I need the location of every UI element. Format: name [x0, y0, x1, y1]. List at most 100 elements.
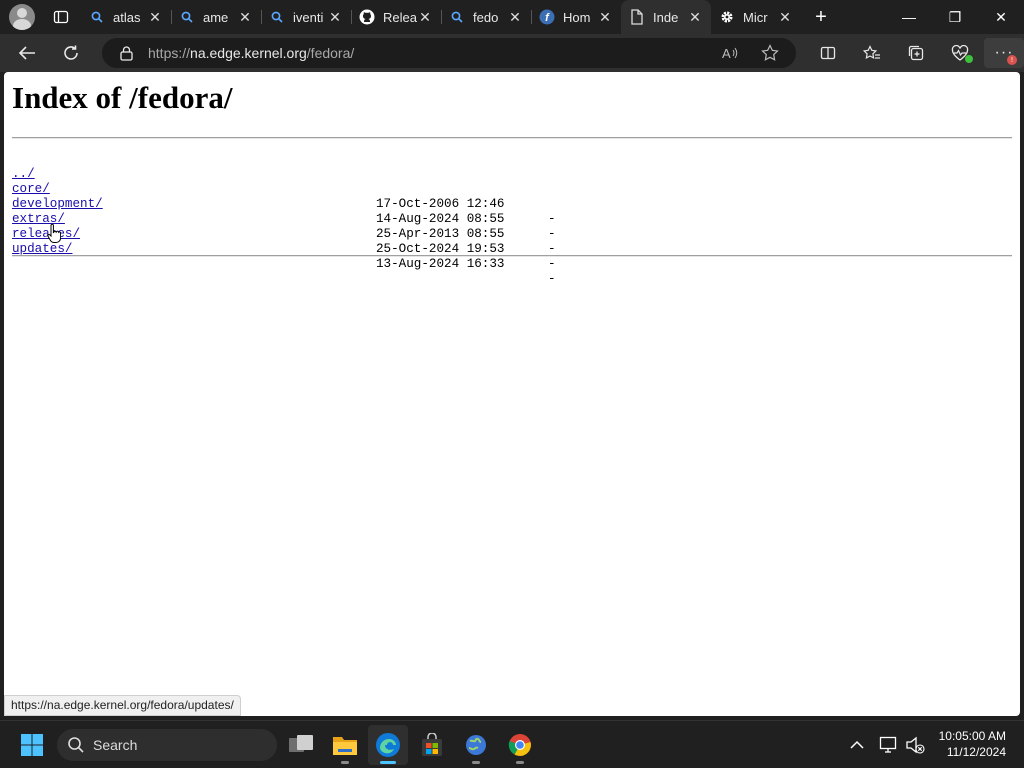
tab[interactable]: Relea ✕: [351, 0, 441, 34]
show-hidden-icons-button[interactable]: [845, 729, 869, 761]
windows-taskbar: Search 10:05:00 AM 11/12/2024: [0, 720, 1024, 768]
close-window-button[interactable]: ✕: [978, 0, 1024, 34]
tab-active[interactable]: Inde ✕: [621, 0, 711, 34]
divider-top: [12, 137, 1012, 139]
profile-avatar[interactable]: [9, 4, 35, 30]
list-item: core/ 17-Oct-2006 12:46 -: [12, 167, 612, 226]
search-icon: [449, 9, 465, 25]
svg-text:A: A: [722, 46, 731, 61]
edge-icon: [376, 733, 400, 757]
search-label: Search: [93, 737, 138, 753]
tab[interactable]: ame ✕: [171, 0, 261, 34]
tab[interactable]: iventi ✕: [261, 0, 351, 34]
list-item: updates/ 13-Aug-2024 16:33 -: [12, 227, 612, 286]
browser-tab-bar: atlas ✕ ame ✕ iventi ✕ Relea ✕ fedo ✕ f …: [0, 0, 1024, 34]
close-tab-icon[interactable]: ✕: [237, 9, 253, 25]
url-path: /fedora/: [306, 45, 355, 61]
minimize-button[interactable]: —: [886, 0, 932, 34]
tab[interactable]: fedo ✕: [441, 0, 531, 34]
collections-icon[interactable]: [894, 38, 938, 68]
read-aloud-icon[interactable]: A: [714, 43, 746, 63]
hand-cursor-icon: [47, 224, 61, 243]
windows-logo-icon: [21, 734, 43, 756]
page-viewport: Index of /fedora/ ../ core/ 17-Oct-2006 …: [4, 72, 1020, 716]
favorite-star-icon[interactable]: [754, 43, 786, 63]
running-indicator: [472, 761, 480, 764]
tab-title: ame: [203, 9, 229, 25]
new-tab-button[interactable]: +: [805, 0, 837, 34]
folder-icon: [333, 737, 357, 755]
tab-title: fedo: [473, 9, 499, 25]
tab[interactable]: f Hom ✕: [531, 0, 621, 34]
close-tab-icon[interactable]: ✕: [417, 9, 433, 25]
chevron-up-icon: [850, 740, 864, 749]
list-item: releases/ 25-Oct-2024 19:53 -: [12, 212, 612, 271]
start-button[interactable]: [12, 725, 52, 765]
back-arrow-icon: [18, 46, 35, 60]
list-item: development/ 14-Aug-2024 08:55 -: [12, 182, 612, 241]
task-view-button[interactable]: [281, 725, 321, 765]
globe-icon: [466, 735, 486, 755]
fedora-icon: f: [539, 9, 555, 25]
task-view-icon: [289, 735, 313, 752]
modified-date: 13-Aug-2024 16:33: [376, 257, 505, 271]
url-text[interactable]: https://na.edge.kernel.org/fedora/: [148, 45, 354, 61]
restore-button[interactable]: ❐: [932, 0, 978, 34]
tab-title: Inde: [653, 9, 679, 25]
tab[interactable]: Micr ✕: [711, 0, 801, 34]
link-status-tooltip: https://na.edge.kernel.org/fedora/update…: [4, 695, 241, 716]
page-icon: [629, 9, 645, 25]
search-icon: [68, 737, 84, 753]
favorites-icon[interactable]: [850, 38, 894, 68]
close-tab-icon[interactable]: ✕: [597, 9, 613, 25]
running-indicator: [341, 761, 349, 764]
close-tab-icon[interactable]: ✕: [777, 9, 793, 25]
network-globe-button[interactable]: [456, 725, 496, 765]
edge-taskbar-button[interactable]: [368, 725, 408, 765]
gear-icon: [719, 9, 735, 25]
running-indicator: [516, 761, 524, 764]
system-clock[interactable]: 10:05:00 AM 11/12/2024: [939, 728, 1006, 760]
close-tab-icon[interactable]: ✕: [327, 9, 343, 25]
close-tab-icon[interactable]: ✕: [687, 9, 703, 25]
taskbar-search[interactable]: Search: [57, 729, 277, 761]
browser-toolbar: https://na.edge.kernel.org/fedora/ A ···…: [0, 34, 1024, 72]
close-tab-icon[interactable]: ✕: [507, 9, 523, 25]
file-size: -: [548, 272, 556, 286]
store-bag-icon: [422, 733, 442, 756]
window-controls: — ❐ ✕: [886, 0, 1024, 34]
refresh-icon: [64, 45, 78, 60]
status-dot: [965, 55, 973, 63]
chrome-button[interactable]: [500, 725, 540, 765]
github-icon: [359, 9, 375, 25]
file-explorer-button[interactable]: [325, 725, 365, 765]
refresh-button[interactable]: [54, 38, 88, 68]
search-icon: [269, 9, 285, 25]
clock-time: 10:05:00 AM: [938, 729, 1006, 743]
tab-title: atlas: [113, 9, 141, 25]
back-button[interactable]: [10, 38, 44, 68]
url-host: na.edge.kernel.org: [190, 45, 307, 61]
file-size: -: [548, 257, 556, 271]
chrome-icon: [508, 734, 531, 756]
clock-date: 11/12/2024: [946, 745, 1006, 759]
notification-badge: !: [1007, 55, 1017, 65]
browser-essentials-icon[interactable]: [938, 38, 982, 68]
active-indicator: [380, 761, 396, 764]
search-icon: [89, 9, 105, 25]
store-button[interactable]: [412, 725, 452, 765]
divider-bottom: [12, 255, 1012, 257]
close-tab-icon[interactable]: ✕: [147, 9, 163, 25]
tab[interactable]: atlas ✕: [81, 0, 171, 34]
address-bar[interactable]: https://na.edge.kernel.org/fedora/ A: [102, 38, 796, 68]
split-screen-icon[interactable]: [806, 38, 850, 68]
tab-title: Relea: [383, 9, 417, 25]
tab-actions-icon[interactable]: [51, 7, 71, 27]
settings-and-more-button[interactable]: ···!: [984, 38, 1024, 68]
url-prefix: https://: [148, 45, 191, 61]
volume-muted-icon[interactable]: [903, 729, 927, 761]
lock-icon[interactable]: [118, 45, 134, 61]
page-title: Index of /fedora/: [12, 80, 233, 115]
tab-title: Micr: [743, 9, 768, 25]
display-status-icon[interactable]: [877, 729, 901, 761]
